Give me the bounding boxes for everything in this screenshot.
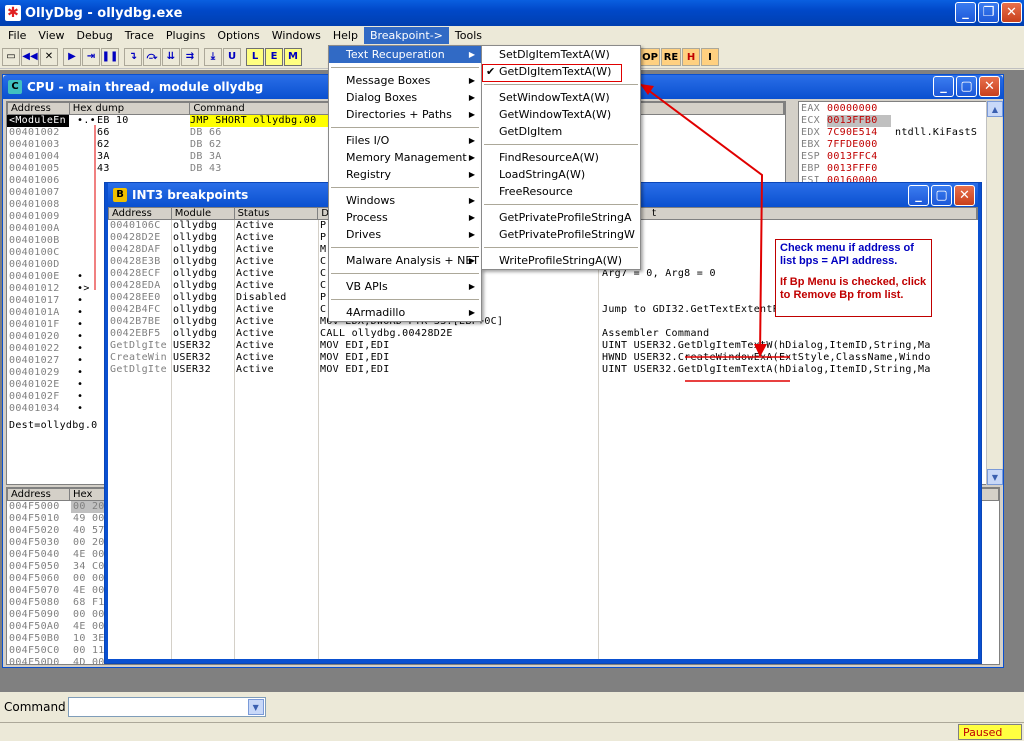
menu-item-label: GetDlgItem xyxy=(499,125,563,138)
menu-item-label: VB APIs xyxy=(346,280,388,293)
text-recuperation-menu-item[interactable]: WriteProfileStringA(W) xyxy=(482,252,640,269)
text-recuperation-menu-item[interactable]: GetPrivateProfileStringA xyxy=(482,209,640,226)
menu-separator xyxy=(331,67,479,68)
text-recuperation-menu-item[interactable]: SetDlgItemTextA(W) xyxy=(482,46,640,63)
chevron-right-icon: ▶ xyxy=(468,136,475,145)
chevron-right-icon: ▶ xyxy=(468,230,475,239)
command-bar: Command ▼ xyxy=(0,692,1024,722)
chevron-right-icon: ▶ xyxy=(468,308,475,317)
menu-item-label: Dialog Boxes xyxy=(346,91,418,104)
chevron-right-icon: ▶ xyxy=(468,110,475,119)
menu-item-label: LoadStringA(W) xyxy=(499,168,586,181)
chevron-right-icon: ▶ xyxy=(468,256,475,265)
text-recuperation-menu-item[interactable]: LoadStringA(W) xyxy=(482,166,640,183)
menu-item-label: FindResourceA(W) xyxy=(499,151,599,164)
chevron-right-icon: ▶ xyxy=(468,196,475,205)
menu-item-label: Malware Analysis + NET xyxy=(346,254,479,267)
menu-separator xyxy=(484,247,638,248)
menu-item-label: SetWindowTextA(W) xyxy=(499,91,610,104)
menu-item-label: GetPrivateProfileStringA xyxy=(499,211,632,224)
breakpoint-menu-item[interactable]: Malware Analysis + NET ▶ xyxy=(329,252,481,269)
text-recuperation-menu-item[interactable]: FreeResource xyxy=(482,183,640,200)
status-badge: Paused xyxy=(958,724,1022,740)
menu-separator xyxy=(484,204,638,205)
chevron-right-icon: ▶ xyxy=(468,170,475,179)
menu-item-label: Directories + Paths xyxy=(346,108,452,121)
menu-item-label: WriteProfileStringA(W) xyxy=(499,254,623,267)
text-recuperation-menu-item[interactable]: GetDlgItem xyxy=(482,123,640,140)
text-recuperation-menu-item[interactable]: FindResourceA(W) xyxy=(482,149,640,166)
chevron-right-icon: ▶ xyxy=(468,153,475,162)
breakpoint-menu-item[interactable]: Memory Management ▶ xyxy=(329,149,481,166)
breakpoint-menu-item[interactable]: Windows ▶ xyxy=(329,192,481,209)
menu-item-label: Message Boxes xyxy=(346,74,431,87)
breakpoint-menu-item[interactable]: Message Boxes ▶ xyxy=(329,72,481,89)
menu-item-label: Files I/O xyxy=(346,134,390,147)
menu-item-label: SetDlgItemTextA(W) xyxy=(499,48,610,61)
breakpoint-menu-item[interactable]: Dialog Boxes ▶ xyxy=(329,89,481,106)
menu-separator xyxy=(331,127,479,128)
breakpoint-menu-item[interactable]: Files I/O ▶ xyxy=(329,132,481,149)
menu-item-label: Drives xyxy=(346,228,382,241)
chevron-right-icon: ▶ xyxy=(468,93,475,102)
text-recuperation-menu-item[interactable]: SetWindowTextA(W) xyxy=(482,89,640,106)
menu-separator xyxy=(484,84,638,85)
menu-item-label: Registry xyxy=(346,168,392,181)
text-recuperation-menu-item[interactable]: GetPrivateProfileStringW xyxy=(482,226,640,243)
menu-item-label: Process xyxy=(346,211,388,224)
menu-item-label: 4Armadillo xyxy=(346,306,406,319)
text-recuperation-menu-item[interactable]: GetWindowTextA(W) xyxy=(482,106,640,123)
chevron-right-icon: ▶ xyxy=(468,50,475,59)
chevron-right-icon: ▶ xyxy=(468,76,475,85)
breakpoint-menu-item[interactable]: Registry ▶ xyxy=(329,166,481,183)
menu-item-label: GetPrivateProfileStringW xyxy=(499,228,635,241)
command-label: Command xyxy=(4,700,66,714)
breakpoint-menu-item[interactable]: Process ▶ xyxy=(329,209,481,226)
menu-separator xyxy=(331,247,479,248)
breakpoint-menu-item[interactable]: VB APIs ▶ xyxy=(329,278,481,295)
highlight-box xyxy=(482,64,622,82)
menu-item-label: FreeResource xyxy=(499,185,573,198)
menu-separator xyxy=(331,299,479,300)
menu-item-label: Windows xyxy=(346,194,396,207)
breakpoint-menu-item[interactable]: 4Armadillo ▶ xyxy=(329,304,481,321)
menu-item-label: Text Recuperation xyxy=(346,48,445,61)
menu-separator xyxy=(331,273,479,274)
menu-item-label: GetWindowTextA(W) xyxy=(499,108,612,121)
chevron-down-icon[interactable]: ▼ xyxy=(247,699,264,715)
status-bar: Paused xyxy=(0,722,1024,741)
menu-separator xyxy=(484,144,638,145)
breakpoint-menu-item[interactable]: Drives ▶ xyxy=(329,226,481,243)
command-input[interactable]: ▼ xyxy=(67,697,266,717)
breakpoint-menu-item[interactable]: Directories + Paths ▶ xyxy=(329,106,481,123)
breakpoint-menu: Text Recuperation ▶ Message Boxes ▶ Dialog B… xyxy=(328,45,482,322)
breakpoint-menu-item[interactable]: Text Recuperation ▶ xyxy=(329,46,481,63)
chevron-right-icon: ▶ xyxy=(468,282,475,291)
menu-separator xyxy=(331,187,479,188)
chevron-right-icon: ▶ xyxy=(468,213,475,222)
menu-item-label: Memory Management xyxy=(346,151,467,164)
